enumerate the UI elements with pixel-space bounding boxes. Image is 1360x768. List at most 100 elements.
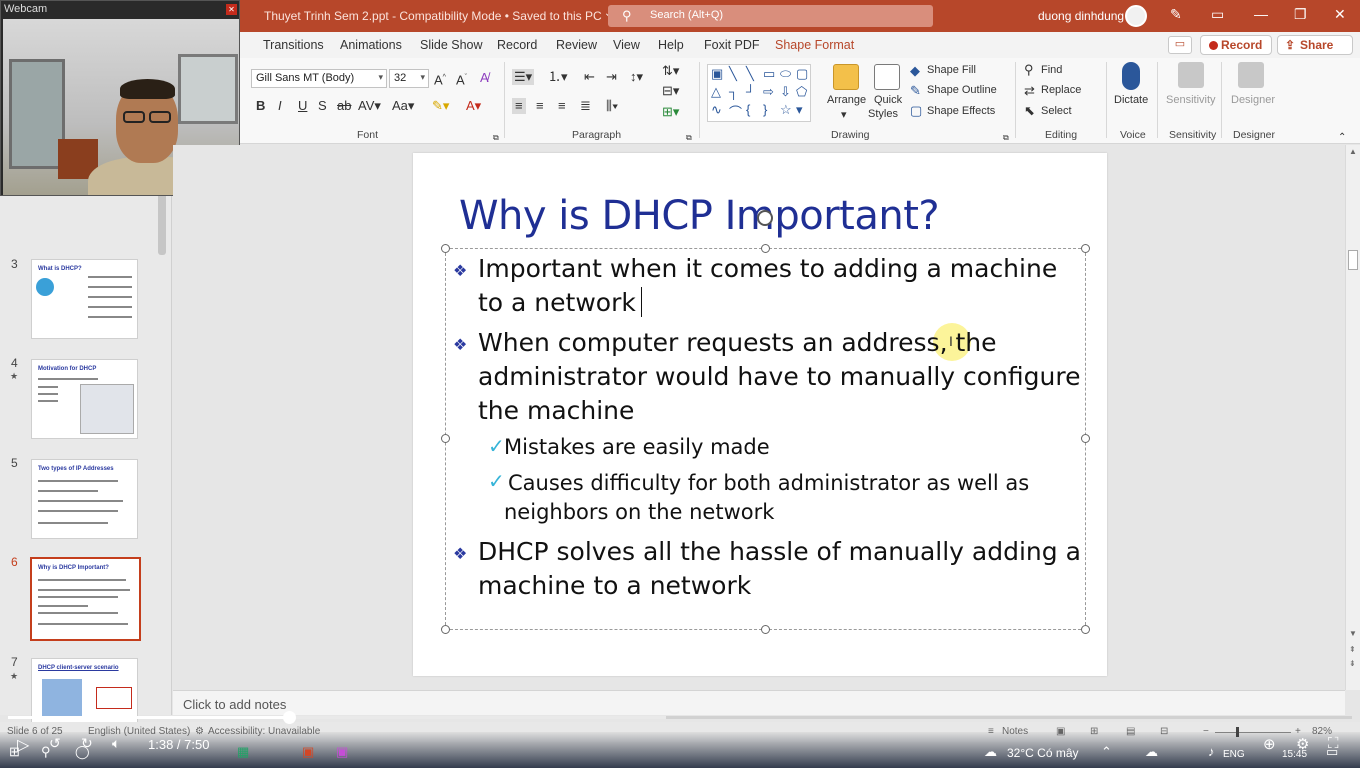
bullets-icon[interactable]: ☰▾ — [512, 69, 535, 85]
chevron-up-icon[interactable]: ⌃ — [1101, 744, 1112, 760]
line-spacing-icon[interactable]: ↕▾ — [630, 69, 643, 85]
arrow-right-shape-icon[interactable]: ⇨ — [763, 84, 774, 100]
arrow-down-shape-icon[interactable]: ⇩ — [780, 84, 791, 100]
video-scrubber-handle[interactable] — [283, 711, 296, 724]
resize-handle[interactable] — [761, 625, 770, 634]
next-slide-icon[interactable]: ⇟ — [1349, 659, 1356, 668]
tab-record[interactable]: Record — [497, 38, 537, 52]
bullet-level2[interactable]: Mistakes are easily made — [504, 433, 1074, 462]
slide-thumbnail[interactable]: What is DHCP? — [31, 259, 138, 339]
font-dialog-launcher-icon[interactable]: ⧉ — [493, 130, 499, 146]
user-name[interactable]: duong dinhdung — [1038, 9, 1124, 23]
scroll-up-icon[interactable]: ▲ — [1349, 147, 1357, 156]
shadow-icon[interactable]: S — [318, 98, 327, 114]
previous-slide-icon[interactable]: ⇞ — [1349, 645, 1356, 654]
input-language[interactable]: ENG — [1223, 749, 1245, 760]
collapse-ribbon-icon[interactable]: ⌃ — [1338, 130, 1346, 146]
rectangle-shape-icon[interactable]: ▭ — [763, 66, 775, 82]
tab-foxit-pdf[interactable]: Foxit PDF — [704, 38, 760, 52]
rotate-handle[interactable] — [757, 210, 773, 226]
close-icon[interactable]: ✕ — [226, 4, 237, 15]
resize-handle[interactable] — [1081, 625, 1090, 634]
more-shapes-icon[interactable]: ▾ — [796, 102, 803, 118]
oval-shape-icon[interactable]: ⬭ — [780, 66, 791, 82]
slide-thumbnail[interactable]: Two types of IP Addresses — [31, 459, 138, 539]
freeform-shape-icon[interactable]: ∿ — [711, 102, 722, 118]
cloud-icon[interactable]: ☁ — [1145, 744, 1158, 760]
decrease-font-icon[interactable]: Aˇ — [456, 70, 467, 88]
triangle-shape-icon[interactable]: △ — [711, 84, 721, 100]
scrollbar-thumb[interactable] — [1348, 250, 1358, 270]
find-button[interactable]: Find — [1041, 64, 1062, 76]
textbox-shape-icon[interactable]: ▣ — [711, 66, 723, 82]
slide-thumbnail-active[interactable]: Why is DHCP Important? — [30, 557, 141, 641]
ribbon-display-icon[interactable]: ▭ — [1211, 6, 1224, 23]
shape-effects-button[interactable]: Shape Effects — [927, 105, 995, 117]
smartart-icon[interactable]: ⊞▾ — [662, 104, 679, 120]
minimize-icon[interactable]: — — [1254, 6, 1268, 22]
tab-shape-format[interactable]: Shape Format — [775, 38, 854, 52]
bullet-level2[interactable]: Causes difficulty for both administrator… — [504, 469, 1074, 527]
tab-slide-show[interactable]: Slide Show — [420, 38, 483, 52]
numbering-icon[interactable]: ⒈▾ — [548, 69, 568, 85]
bullet-level1[interactable]: When computer requests an address, the a… — [478, 326, 1083, 428]
quick-styles-icon[interactable] — [874, 64, 900, 90]
microphone-icon[interactable] — [1122, 62, 1140, 90]
designer-button[interactable]: Designer — [1231, 94, 1275, 106]
dictate-button[interactable]: Dictate — [1114, 94, 1148, 106]
change-case-icon[interactable]: Aa▾ — [392, 98, 414, 114]
decrease-indent-icon[interactable]: ⇤ — [584, 69, 595, 85]
record-button[interactable]: Record — [1200, 35, 1272, 55]
resize-handle[interactable] — [441, 625, 450, 634]
increase-indent-icon[interactable]: ⇥ — [606, 69, 617, 85]
share-button[interactable]: ⇪ Share — [1277, 35, 1353, 55]
font-name-select[interactable]: Gill Sans MT (Body) ▾ — [251, 69, 387, 88]
brace-shape-icon[interactable]: } — [763, 102, 767, 117]
shapes-gallery[interactable]: ▣ ╲ ╲ ▭ ⬭ ▢ △ ┐ ┘ ⇨ ⇩ ⬠ ∿ ⌒ { } ☆ ▾ — [707, 64, 811, 122]
arrange-icon[interactable] — [833, 64, 859, 90]
justify-icon[interactable]: ≣ — [580, 98, 591, 114]
slide-title[interactable]: Why is DHCP Important? — [459, 193, 940, 239]
connector-shape-icon[interactable]: ┘ — [746, 84, 755, 99]
restore-icon[interactable]: ❐ — [1294, 6, 1307, 23]
font-color-icon[interactable]: A▾ — [466, 98, 481, 114]
tab-help[interactable]: Help — [658, 38, 684, 52]
clock[interactable]: 15:45 — [1282, 749, 1307, 760]
volume-icon[interactable]: 🔈︎ — [112, 735, 120, 752]
select-button[interactable]: Select — [1041, 105, 1072, 117]
star-shape-icon[interactable]: ☆ — [780, 102, 792, 118]
windows-start-icon[interactable]: ⊞ — [9, 744, 20, 760]
paragraph-dialog-launcher-icon[interactable]: ⧉ — [686, 130, 692, 146]
tab-transitions[interactable]: Transitions — [263, 38, 324, 52]
pentagon-shape-icon[interactable]: ⬠ — [796, 84, 807, 100]
bullet-level1[interactable]: DHCP solves all the hassle of manually a… — [478, 535, 1083, 603]
tab-review[interactable]: Review — [556, 38, 597, 52]
quick-styles-label-2[interactable]: Styles — [868, 108, 898, 120]
shape-outline-button[interactable]: Shape Outline — [927, 84, 997, 96]
resize-handle[interactable] — [1081, 434, 1090, 443]
align-center-icon[interactable]: ≡ — [536, 98, 544, 114]
clear-formatting-icon[interactable]: A̸ — [480, 70, 489, 86]
brace-shape-icon[interactable]: { — [746, 102, 750, 117]
replace-button[interactable]: Replace — [1041, 84, 1081, 96]
bold-icon[interactable]: B — [256, 98, 265, 114]
rewind-10-icon[interactable]: ↺ — [49, 735, 61, 752]
character-spacing-icon[interactable]: AV▾ — [358, 98, 381, 114]
strikethrough-icon[interactable]: ab — [337, 98, 351, 114]
scroll-down-icon[interactable]: ▼ — [1349, 629, 1357, 638]
columns-icon[interactable]: ⫼▾ — [606, 98, 618, 114]
weather-text[interactable]: 32°C Có mây — [1007, 746, 1079, 760]
app-icon[interactable]: ▣ — [336, 744, 348, 760]
drawing-dialog-launcher-icon[interactable]: ⧉ — [1003, 130, 1009, 146]
rounded-rect-shape-icon[interactable]: ▢ — [796, 66, 808, 82]
curve-shape-icon[interactable]: ⌒ — [729, 102, 742, 121]
captions-icon[interactable]: ⊕ — [1263, 735, 1276, 753]
notifications-icon[interactable]: ▭ — [1326, 744, 1338, 760]
highlight-icon[interactable]: ✎▾ — [432, 98, 449, 114]
excel-icon[interactable]: ▦ — [237, 744, 249, 760]
tab-animations[interactable]: Animations — [340, 38, 402, 52]
shape-fill-button[interactable]: Shape Fill — [927, 64, 976, 76]
align-text-icon[interactable]: ⊟▾ — [662, 83, 679, 99]
speaker-icon[interactable]: ♪ — [1208, 744, 1215, 759]
search-icon[interactable]: ⚲ — [41, 744, 51, 760]
